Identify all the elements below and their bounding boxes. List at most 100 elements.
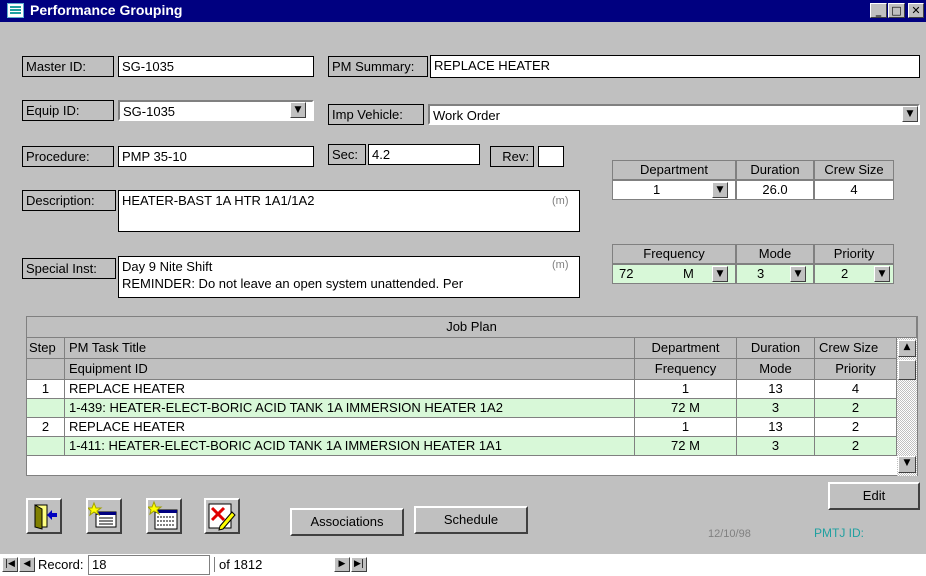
step-header-blank [27,359,65,380]
maximize-button[interactable]: □ [888,3,905,18]
equipment-id-header: Equipment ID [65,359,635,380]
delete-button[interactable] [204,498,240,534]
row-1-step-blank [27,399,65,418]
row-1-frequency[interactable]: 72 M [635,399,737,418]
equip-id-label: Equip ID: [22,100,114,121]
row-1-task[interactable]: REPLACE HEATER [65,380,635,399]
rev-label: Rev: [490,146,534,167]
procedure-label: Procedure: [22,146,114,167]
frequency-number: 72 [619,266,634,281]
scroll-thumb[interactable] [898,360,916,380]
department-column-header: Department [635,338,737,359]
row-1-mode[interactable]: 3 [737,399,815,418]
rev-field[interactable] [538,146,564,167]
equip-id-combo[interactable]: SG-1035 [118,100,314,121]
scroll-up-arrow-icon[interactable]: ▲ [898,340,916,357]
imp-vehicle-dropdown-arrow-icon[interactable]: ▼ [902,106,918,122]
record-label: Record: [38,557,84,572]
row-2-crew-size[interactable]: 2 [815,418,897,437]
duration-header: Duration [736,160,814,180]
row-1-department[interactable]: 1 [635,380,737,399]
title-bar: Performance Grouping _ □ ✕ [0,0,926,22]
special-inst-label: Special Inst: [22,258,116,279]
performance-grouping-window: Performance Grouping _ □ ✕ Master ID: SG… [0,0,926,554]
special-inst-memo-marker: (m) [552,259,569,271]
close-button[interactable]: ✕ [908,3,924,18]
priority-dropdown-arrow-icon[interactable]: ▼ [874,266,890,282]
mode-dropdown-arrow-icon[interactable]: ▼ [790,266,806,282]
imp-vehicle-combo[interactable]: Work Order [428,104,920,125]
form-icon [7,3,24,18]
imp-vehicle-label: Imp Vehicle: [328,104,424,125]
duration-cell[interactable]: 26.0 [736,180,814,200]
frequency-header: Frequency [612,244,736,264]
pm-summary-field[interactable]: REPLACE HEATER [430,55,920,78]
window-title: Performance Grouping [30,2,183,18]
frequency-column-header: Frequency [635,359,737,380]
task-title-header: PM Task Title [65,338,635,359]
row-2-duration[interactable]: 13 [737,418,815,437]
special-inst-line-1: Day 9 Nite Shift [122,259,213,274]
row-1-equipment[interactable]: 1-439: HEATER-ELECT-BORIC ACID TANK 1A I… [65,399,635,418]
row-1-step[interactable]: 1 [27,380,65,399]
pm-summary-label: PM Summary: [328,56,428,77]
row-2-task[interactable]: REPLACE HEATER [65,418,635,437]
last-record-icon[interactable]: ▶| [351,557,367,572]
department-header: Department [612,160,736,180]
next-record-icon[interactable]: ▶ [334,557,350,572]
record-number-field[interactable]: 18 [88,555,210,575]
new-record-icon [86,501,117,528]
new-record-button[interactable] [86,498,122,534]
row-2-frequency[interactable]: 72 M [635,437,737,456]
record-count: of 1812 [214,557,332,572]
special-inst-line-2: REMINDER: Do not leave an open system un… [122,276,464,291]
edit-button[interactable]: Edit [828,482,920,510]
row-2-mode[interactable]: 3 [737,437,815,456]
description-field[interactable]: HEATER-BAST 1A HTR 1A1/1A2 [118,190,580,232]
row-2-step[interactable]: 2 [27,418,65,437]
description-memo-marker: (m) [552,195,569,207]
priority-column-header: Priority [815,359,897,380]
date-stamp: 12/10/98 [708,528,751,540]
row-1-crew-size[interactable]: 4 [815,380,897,399]
procedure-field[interactable]: PMP 35-10 [118,146,314,167]
exit-door-icon [34,504,57,530]
exit-button[interactable] [26,498,62,534]
new-table-button[interactable] [146,498,182,534]
delete-edit-icon [208,503,236,531]
sec-label: Sec: [328,144,366,165]
master-id-label: Master ID: [22,56,114,77]
priority-header: Priority [814,244,894,264]
previous-record-icon[interactable]: ◀ [19,557,35,572]
job-plan-table: Job Plan Step PM Task Title Department D… [26,316,918,476]
scroll-down-arrow-icon[interactable]: ▼ [898,456,916,473]
row-2-priority[interactable]: 2 [815,437,897,456]
row-2-step-blank [27,437,65,456]
special-inst-field[interactable]: Day 9 Nite Shift REMINDER: Do not leave … [118,256,580,298]
master-id-field[interactable]: SG-1035 [118,56,314,77]
pmtj-id-label: PMTJ ID: [814,526,864,540]
frequency-dropdown-arrow-icon[interactable]: ▼ [712,266,728,282]
crew-size-column-header: Crew Size [815,338,897,359]
crew-size-header: Crew Size [814,160,894,180]
row-2-equipment[interactable]: 1-411: HEATER-ELECT-BORIC ACID TANK 1A I… [65,437,635,456]
department-dropdown-arrow-icon[interactable]: ▼ [712,182,728,198]
job-plan-title: Job Plan [27,317,917,338]
crew-size-cell[interactable]: 4 [814,180,894,200]
mode-column-header: Mode [737,359,815,380]
duration-column-header: Duration [737,338,815,359]
row-2-department[interactable]: 1 [635,418,737,437]
row-1-priority[interactable]: 2 [815,399,897,418]
row-1-duration[interactable]: 13 [737,380,815,399]
schedule-button[interactable]: Schedule [414,506,528,534]
minimize-button[interactable]: _ [870,3,887,18]
mode-header: Mode [736,244,814,264]
equip-id-dropdown-arrow-icon[interactable]: ▼ [290,102,306,118]
sec-field[interactable]: 4.2 [368,144,480,165]
record-navigator: |◀ ◀ Record: 18 of 1812 ▶ ▶| [0,554,926,576]
new-table-icon [146,500,178,530]
associations-button[interactable]: Associations [290,508,404,536]
description-label: Description: [22,190,116,211]
first-record-icon[interactable]: |◀ [2,557,18,572]
step-header: Step [27,338,65,359]
